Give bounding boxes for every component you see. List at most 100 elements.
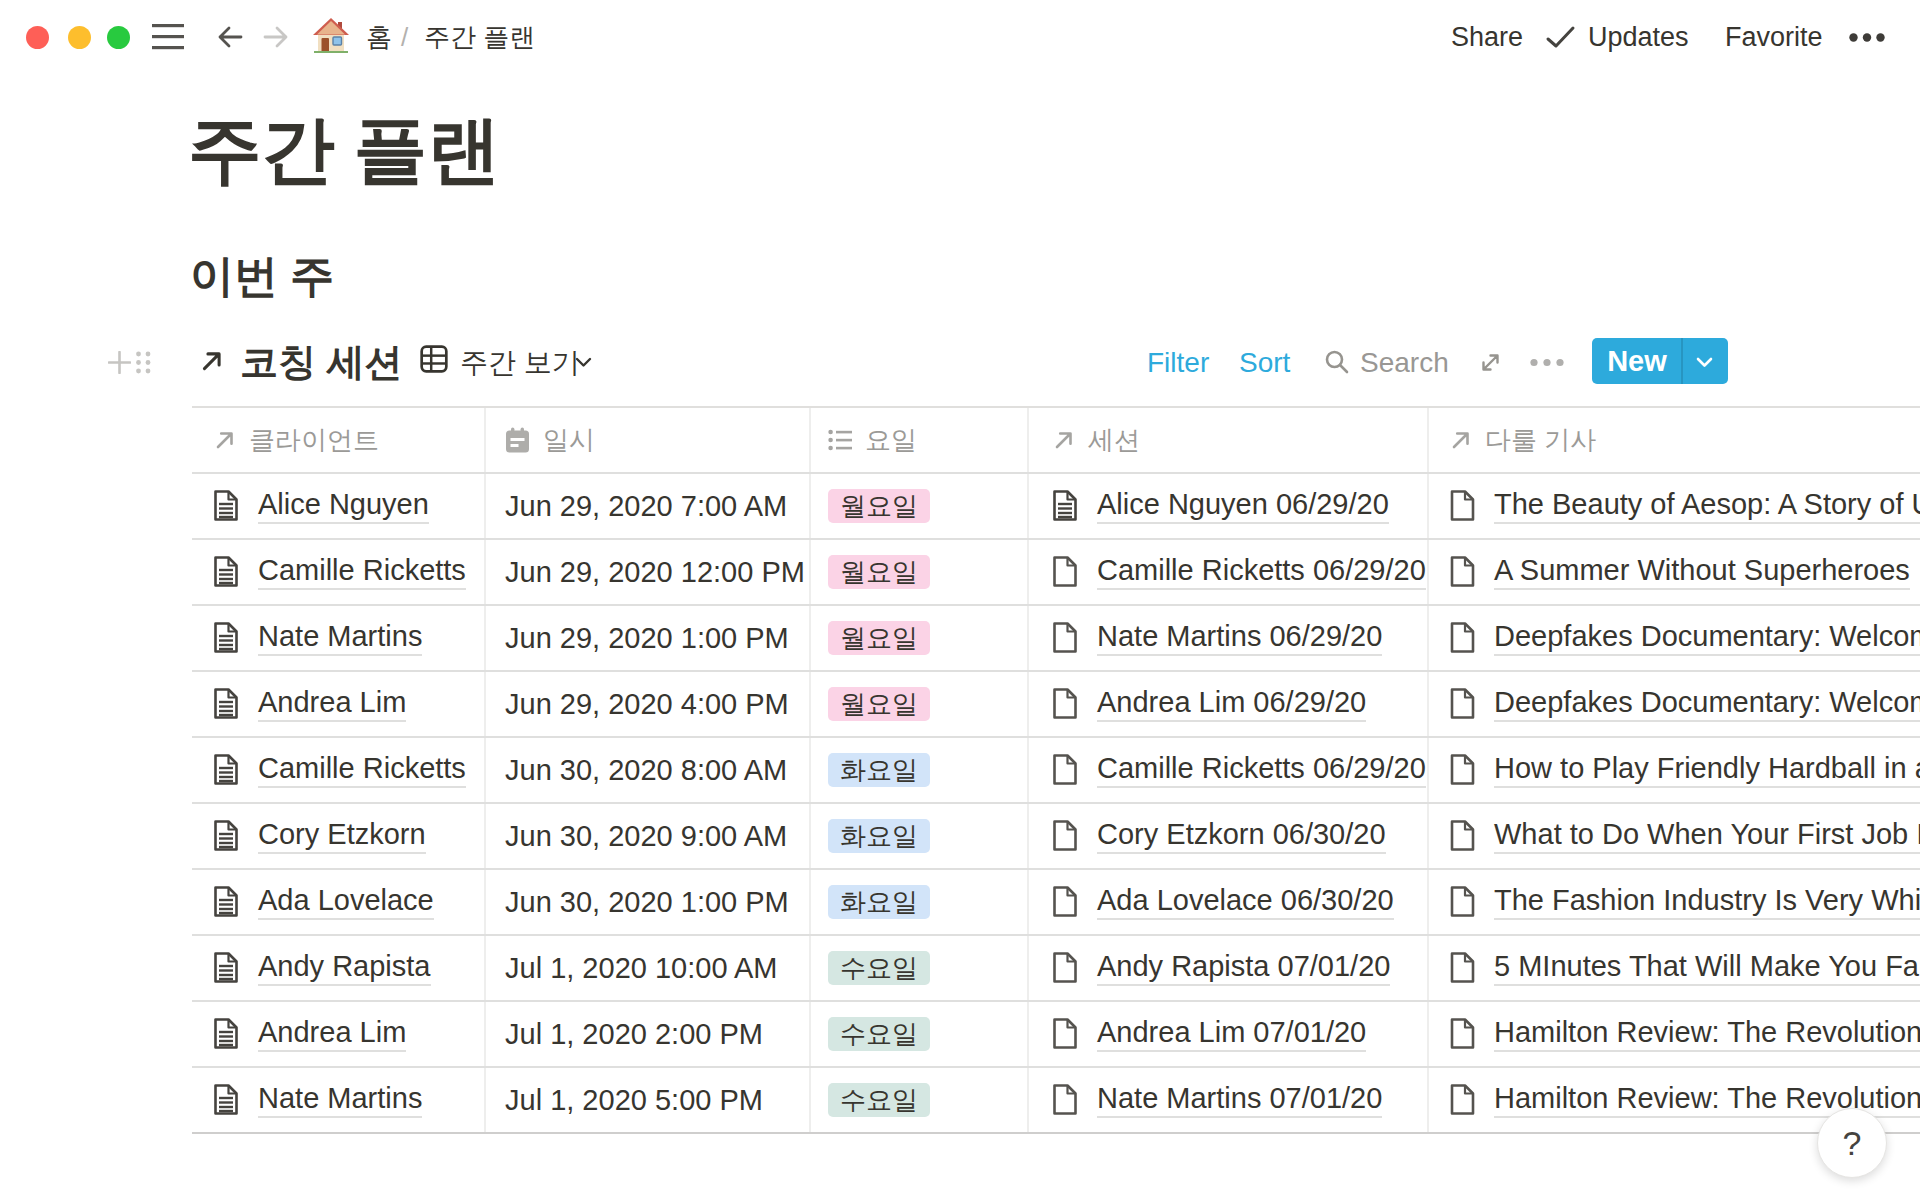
table-view-icon	[420, 345, 448, 373]
filter-button[interactable]: Filter	[1147, 346, 1209, 380]
view-switcher[interactable]: 주간 보기	[460, 346, 580, 380]
article-cell[interactable]: 5 MInutes That Will Make You Fall	[1429, 936, 1920, 1000]
breadcrumb-home[interactable]: 홈	[366, 21, 392, 53]
date-cell[interactable]: Jun 29, 2020 4:00 PM	[486, 672, 811, 736]
session-cell[interactable]: Camille Ricketts 06/29/20	[1029, 540, 1429, 604]
article-cell[interactable]: Deepfakes Documentary: Welcome	[1429, 606, 1920, 670]
new-button[interactable]: New	[1592, 338, 1728, 384]
sidebar-menu-icon[interactable]	[152, 24, 186, 50]
session-cell[interactable]: Alice Nguyen 06/29/20	[1029, 474, 1429, 538]
article-cell[interactable]: A Summer Without Superheroes	[1429, 540, 1920, 604]
date-cell[interactable]: Jul 1, 2020 5:00 PM	[486, 1068, 811, 1132]
more-options-icon[interactable]	[1849, 33, 1889, 43]
day-cell[interactable]: 수요일	[811, 1068, 1029, 1132]
client-cell[interactable]: Nate Martins	[192, 606, 486, 670]
new-chevron-icon[interactable]	[1696, 357, 1713, 368]
document-icon	[213, 688, 239, 720]
article-cell[interactable]: Deepfakes Documentary: Welcome	[1429, 672, 1920, 736]
add-block-icon[interactable]	[108, 351, 131, 374]
day-cell[interactable]: 수요일	[811, 1002, 1029, 1066]
column-header-1[interactable]: 일시	[486, 408, 811, 472]
day-tag: 월요일	[828, 687, 930, 721]
day-cell[interactable]: 화요일	[811, 870, 1029, 934]
help-button[interactable]: ?	[1817, 1108, 1887, 1178]
column-header-label: 세션	[1088, 423, 1140, 458]
date-cell[interactable]: Jun 29, 2020 1:00 PM	[486, 606, 811, 670]
share-button[interactable]: Share	[1451, 21, 1523, 53]
collection-title[interactable]: 코칭 세션	[240, 337, 403, 388]
client-cell[interactable]: Ada Lovelace	[192, 870, 486, 934]
date-cell[interactable]: Jul 1, 2020 10:00 AM	[486, 936, 811, 1000]
day-tag: 수요일	[828, 1083, 930, 1117]
date-cell[interactable]: Jun 30, 2020 1:00 PM	[486, 870, 811, 934]
date-cell[interactable]: Jul 1, 2020 2:00 PM	[486, 1002, 811, 1066]
session-cell[interactable]: Andrea Lim 07/01/20	[1029, 1002, 1429, 1066]
page-icon	[1449, 622, 1476, 654]
document-icon	[213, 886, 239, 918]
client-cell[interactable]: Cory Etzkorn	[192, 804, 486, 868]
new-button-divider	[1681, 338, 1683, 384]
day-cell[interactable]: 월요일	[811, 474, 1029, 538]
session-cell[interactable]: Nate Martins 07/01/20	[1029, 1068, 1429, 1132]
forward-icon[interactable]	[262, 24, 290, 50]
expand-icon[interactable]	[1478, 350, 1503, 375]
table-row: Alice Nguyen Jun 29, 2020 7:00 AM 월요일 Al…	[192, 474, 1920, 540]
session-cell[interactable]: Cory Etzkorn 06/30/20	[1029, 804, 1429, 868]
article-cell[interactable]: How to Play Friendly Hardball in a	[1429, 738, 1920, 802]
article-cell[interactable]: The Fashion Industry Is Very White	[1429, 870, 1920, 934]
column-header-3[interactable]: 세션	[1029, 408, 1429, 472]
page-icon	[1449, 490, 1476, 522]
date-cell[interactable]: Jun 30, 2020 9:00 AM	[486, 804, 811, 868]
day-cell[interactable]: 화요일	[811, 804, 1029, 868]
client-cell[interactable]: Andy Rapista	[192, 936, 486, 1000]
session-cell[interactable]: Nate Martins 06/29/20	[1029, 606, 1429, 670]
drag-handle-icon[interactable]	[134, 350, 153, 375]
table-row: Cory Etzkorn Jun 30, 2020 9:00 AM 화요일 Co…	[192, 804, 1920, 870]
client-cell[interactable]: Nate Martins	[192, 1068, 486, 1132]
search-icon[interactable]	[1324, 349, 1350, 375]
column-header-label: 요일	[865, 423, 917, 458]
document-icon	[213, 754, 239, 786]
session-cell[interactable]: Andy Rapista 07/01/20	[1029, 936, 1429, 1000]
column-header-0[interactable]: 클라이언트	[192, 408, 486, 472]
day-cell[interactable]: 수요일	[811, 936, 1029, 1000]
session-cell[interactable]: Andrea Lim 06/29/20	[1029, 672, 1429, 736]
client-cell[interactable]: Camille Ricketts	[192, 738, 486, 802]
updates-check-icon	[1545, 25, 1577, 51]
session-cell[interactable]: Camille Ricketts 06/29/20	[1029, 738, 1429, 802]
breadcrumb-page[interactable]: 주간 플랜	[424, 21, 535, 53]
date-cell[interactable]: Jun 29, 2020 12:00 PM	[486, 540, 811, 604]
back-icon[interactable]	[216, 24, 244, 50]
table-row: Andrea Lim Jul 1, 2020 2:00 PM 수요일 Andre…	[192, 1002, 1920, 1068]
day-cell[interactable]: 월요일	[811, 606, 1029, 670]
traffic-light-minimize[interactable]	[68, 26, 91, 49]
client-cell[interactable]: Camille Ricketts	[192, 540, 486, 604]
column-header-label: 클라이언트	[249, 423, 379, 458]
article-cell[interactable]: The Beauty of Aesop: A Story of U	[1429, 474, 1920, 538]
article-cell[interactable]: Hamilton Review: The Revolution,	[1429, 1002, 1920, 1066]
article-cell[interactable]: What to Do When Your First Job Is	[1429, 804, 1920, 868]
section-heading: 이번 주	[190, 247, 334, 306]
day-tag: 월요일	[828, 621, 930, 655]
page-icon	[1449, 886, 1476, 918]
new-button-label[interactable]: New	[1592, 345, 1682, 378]
day-cell[interactable]: 월요일	[811, 540, 1029, 604]
column-header-2[interactable]: 요일	[811, 408, 1029, 472]
updates-button[interactable]: Updates	[1588, 21, 1689, 53]
sort-button[interactable]: Sort	[1239, 346, 1290, 380]
favorite-button[interactable]: Favorite	[1725, 21, 1823, 53]
client-cell[interactable]: Andrea Lim	[192, 1002, 486, 1066]
day-cell[interactable]: 월요일	[811, 672, 1029, 736]
date-cell[interactable]: Jun 29, 2020 7:00 AM	[486, 474, 811, 538]
table-more-icon[interactable]	[1530, 358, 1566, 367]
date-cell[interactable]: Jun 30, 2020 8:00 AM	[486, 738, 811, 802]
traffic-light-zoom[interactable]	[107, 26, 130, 49]
session-cell[interactable]: Ada Lovelace 06/30/20	[1029, 870, 1429, 934]
client-cell[interactable]: Andrea Lim	[192, 672, 486, 736]
search-button[interactable]: Search	[1360, 346, 1449, 380]
column-header-4[interactable]: 다룰 기사	[1429, 408, 1920, 472]
traffic-light-close[interactable]	[26, 26, 49, 49]
day-cell[interactable]: 화요일	[811, 738, 1029, 802]
client-cell[interactable]: Alice Nguyen	[192, 474, 486, 538]
table-row: Nate Martins Jun 29, 2020 1:00 PM 월요일 Na…	[192, 606, 1920, 672]
